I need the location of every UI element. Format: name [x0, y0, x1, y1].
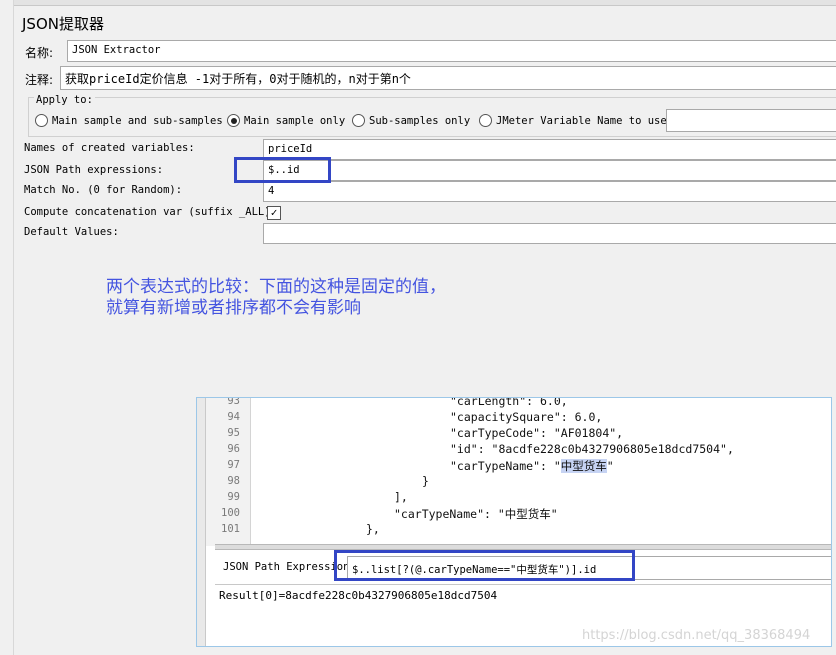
code-line: }: [422, 474, 429, 488]
result-separator: [215, 584, 831, 585]
comment-label: 注释:: [25, 73, 54, 87]
radio-label: Main sample only: [244, 114, 346, 127]
code-line: "carTypeName": "中型货车": [394, 507, 558, 521]
match-no-input[interactable]: 4: [263, 181, 836, 202]
name-input[interactable]: JSON Extractor: [67, 40, 836, 62]
line-number: 100: [221, 507, 240, 519]
radio-label: Main sample and sub-samples: [52, 114, 223, 127]
code-line: "carLength": 6.0,: [450, 397, 568, 408]
code-line: "capacitySquare": 6.0,: [450, 410, 603, 424]
created-variables-label: Names of created variables:: [24, 142, 195, 154]
default-values-input[interactable]: [263, 223, 836, 244]
json-path-highlight-box: [234, 157, 331, 183]
code-line: ],: [394, 490, 408, 504]
radio-button-icon: [479, 114, 492, 127]
apply-to-legend: Apply to:: [34, 94, 95, 106]
expression-highlight-box: [334, 550, 635, 581]
annotation-line-2: 就算有新增或者排序都不会有影响: [106, 298, 361, 318]
concatenation-checkbox[interactable]: ✓: [267, 206, 281, 220]
json-path-tester-panel: 93 94 95 96 97 98 99 100 101 "carLength"…: [196, 397, 832, 647]
radio-selected-icon: [227, 114, 240, 127]
jmeter-variable-input[interactable]: [666, 109, 836, 132]
selected-text: 中型货车: [560, 459, 607, 473]
comment-input[interactable]: 获取priceId定价信息 -1对于所有，0对于随机的，n对于第n个: [60, 66, 836, 90]
code-text: ": [606, 459, 614, 473]
radio-jmeter-variable[interactable]: JMeter Variable Name to use: [479, 114, 667, 127]
concatenation-label: Compute concatenation var (suffix _ALL):: [24, 206, 277, 218]
created-variables-input[interactable]: priceId: [263, 139, 836, 160]
line-number: 95: [227, 427, 240, 439]
annotation-line-1: 两个表达式的比较：下面的这种是固定的值，: [106, 277, 446, 297]
json-path-label: JSON Path expressions:: [24, 164, 164, 176]
name-label: 名称:: [25, 46, 54, 60]
code-line: "carTypeCode": "AF01804",: [450, 426, 624, 440]
radio-button-icon: [352, 114, 365, 127]
match-no-label: Match No. (0 for Random):: [24, 184, 183, 196]
line-number: 97: [227, 459, 240, 471]
line-number: 101: [221, 523, 240, 535]
line-number: 94: [227, 411, 240, 423]
json-path-expression-label: JSON Path Expression: [223, 561, 350, 573]
tester-side-strip: [197, 398, 206, 646]
line-number: 98: [227, 475, 240, 487]
radio-sub-only[interactable]: Sub-samples only: [352, 114, 470, 127]
radio-label: Sub-samples only: [369, 114, 471, 127]
result-text: Result[0]=8acdfe228c0b4327906805e18dcd75…: [219, 589, 498, 602]
radio-label: JMeter Variable Name to use: [496, 114, 667, 127]
line-number: 93: [227, 397, 240, 407]
annotation-text: 两个表达式的比较：下面的这种是固定的值， 就算有新增或者排序都不会有影响: [106, 277, 446, 319]
code-line: "carTypeName": "中型货车": [450, 458, 614, 474]
line-number: 96: [227, 443, 240, 455]
line-number-gutter: 93 94 95 96 97 98 99 100 101: [206, 398, 251, 546]
radio-main-and-sub[interactable]: Main sample and sub-samples: [35, 114, 223, 127]
code-line: },: [366, 522, 380, 536]
code-line: "id": "8acdfe228c0b4327906805e18dcd7504"…: [450, 442, 734, 456]
radio-main-only[interactable]: Main sample only: [227, 114, 345, 127]
window-top-border: [0, 0, 836, 6]
radio-button-icon: [35, 114, 48, 127]
tree-pane-edge: [0, 0, 14, 655]
watermark-text: https://blog.csdn.net/qq_38368494: [582, 628, 811, 643]
panel-title: JSON提取器: [22, 15, 104, 33]
code-text: "carTypeName": ": [450, 459, 561, 473]
line-number: 99: [227, 491, 240, 503]
default-values-label: Default Values:: [24, 226, 119, 238]
json-path-input[interactable]: $..id: [263, 160, 836, 181]
